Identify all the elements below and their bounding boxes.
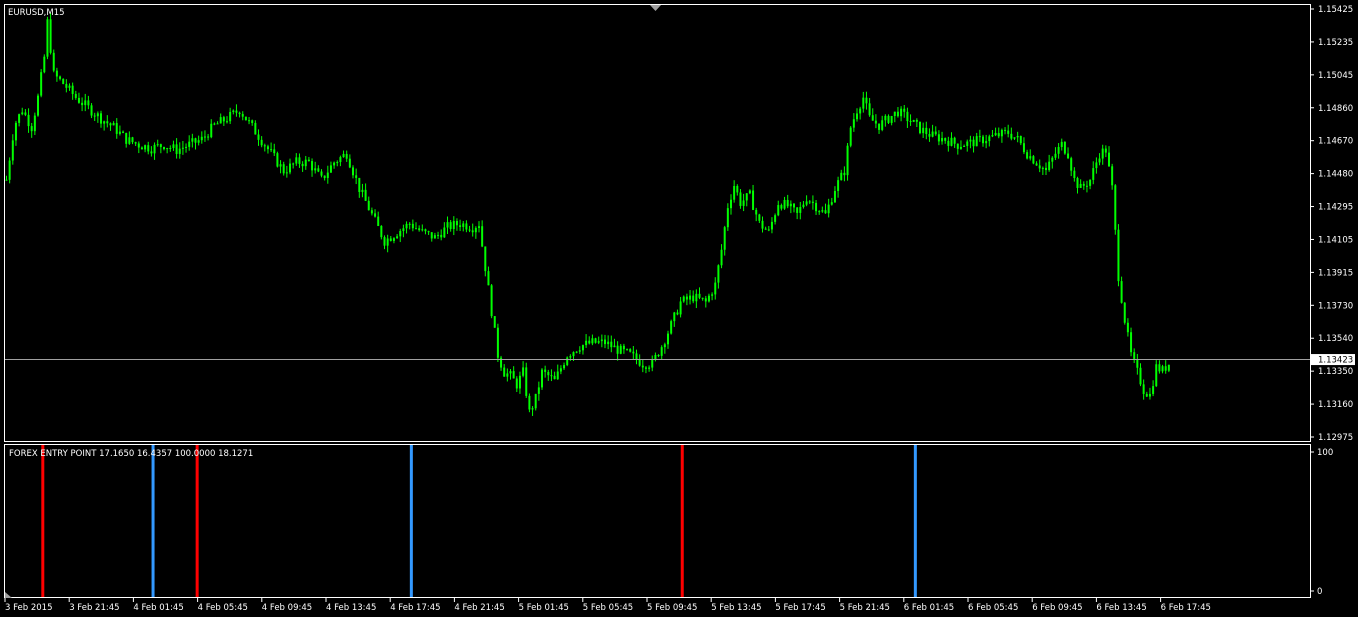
time-axis-label: 4 Feb 05:45	[198, 603, 248, 613]
price-axis-label: 1.14295	[1318, 203, 1353, 213]
indicator-axis-label-min: 0	[1317, 587, 1322, 597]
candle	[525, 362, 528, 398]
price-axis-label: 1.14670	[1318, 137, 1353, 147]
indicator-title: FOREX ENTRY POINT 17.1650 16.4357 100.00…	[9, 449, 253, 459]
candle	[846, 143, 849, 181]
price-axis-label: 1.14480	[1318, 170, 1353, 180]
candle	[1063, 141, 1066, 155]
buy-signal-bar	[409, 445, 413, 597]
candle	[1114, 184, 1117, 235]
candle	[493, 316, 496, 328]
time-axis-label: 3 Feb 21:45	[69, 603, 119, 613]
time-axis[interactable]: 3 Feb 2015 3 Feb 21:45 4 Feb 01:45 4 Feb 05…	[4, 598, 1211, 613]
time-axis-label: 6 Feb 01:45	[904, 603, 954, 613]
price-axis-label: 1.12975	[1318, 433, 1353, 443]
candle	[43, 54, 46, 74]
candle	[534, 393, 537, 411]
candle	[490, 284, 493, 319]
candle	[1117, 224, 1120, 287]
time-axis-label: 6 Feb 05:45	[968, 603, 1018, 613]
candle	[849, 126, 852, 148]
time-axis-label: 5 Feb 05:45	[583, 603, 633, 613]
candle	[1032, 155, 1035, 165]
buy-signal-bar	[151, 445, 155, 597]
price-axis-label: 1.14860	[1318, 104, 1353, 114]
price-axis-label: 1.13160	[1318, 400, 1353, 410]
candle	[528, 393, 531, 413]
chart-canvas[interactable]: 1.15425 1.15235 1.15045 1.14860 1.14670 1.144…	[0, 0, 1358, 617]
indicator-axis-label-max: 100	[1317, 448, 1333, 458]
candle	[62, 78, 65, 85]
candle	[566, 356, 569, 367]
time-axis-label: 5 Feb 09:45	[647, 603, 697, 613]
time-axis-label: 4 Feb 09:45	[262, 603, 312, 613]
price-axis-label: 1.13730	[1318, 301, 1353, 311]
current-price-label: 1.13423	[1311, 354, 1355, 366]
candle	[276, 151, 279, 168]
symbol-title: EURUSD,M15	[8, 8, 65, 18]
time-axis-label: 4 Feb 21:45	[454, 603, 504, 613]
time-axis-label: 6 Feb 17:45	[1161, 603, 1211, 613]
time-axis-label: 6 Feb 09:45	[1032, 603, 1082, 613]
time-axis-label: 5 Feb 01:45	[519, 603, 569, 613]
time-axis-label: 3 Feb 2015	[5, 603, 53, 613]
sell-signal-bar	[195, 445, 199, 597]
candle	[40, 69, 43, 98]
candle	[52, 49, 55, 73]
price-axis-label: 1.15425	[1318, 5, 1353, 15]
price-axis-label: 1.13350	[1318, 367, 1353, 377]
time-axis-label: 4 Feb 17:45	[390, 603, 440, 613]
sell-signal-bar	[680, 445, 684, 597]
svg-text:1.13423: 1.13423	[1318, 356, 1353, 366]
time-axis-label: 6 Feb 13:45	[1096, 603, 1146, 613]
candle	[912, 119, 915, 123]
candle	[244, 116, 247, 121]
mt4-chart-window: 1.15425 1.15235 1.15045 1.14860 1.14670 1.144…	[0, 0, 1358, 617]
candle	[46, 16, 49, 60]
buy-signal-bar	[913, 445, 917, 597]
time-axis-label: 4 Feb 01:45	[133, 603, 183, 613]
candle	[670, 319, 673, 335]
candle	[541, 368, 543, 390]
time-axis-label: 4 Feb 13:45	[326, 603, 376, 613]
indicator-panel[interactable]	[4, 444, 1311, 598]
price-axis-label: 1.13540	[1318, 334, 1353, 344]
price-axis-label: 1.13915	[1318, 268, 1353, 278]
candle	[496, 323, 499, 362]
time-axis-label: 5 Feb 17:45	[775, 603, 825, 613]
candle	[919, 121, 921, 135]
price-axis-label: 1.15235	[1318, 38, 1353, 48]
price-axis-label: 1.14105	[1318, 235, 1353, 245]
price-axis-label: 1.15045	[1318, 71, 1353, 81]
candle	[8, 157, 11, 184]
sell-signal-bar	[41, 445, 45, 597]
time-axis-label: 5 Feb 13:45	[711, 603, 761, 613]
candle	[37, 93, 39, 117]
candle	[1123, 301, 1126, 325]
price-axis[interactable]: 1.15425 1.15235 1.15045 1.14860 1.14670 1.144…	[1310, 5, 1353, 443]
time-axis-label: 5 Feb 21:45	[840, 603, 890, 613]
